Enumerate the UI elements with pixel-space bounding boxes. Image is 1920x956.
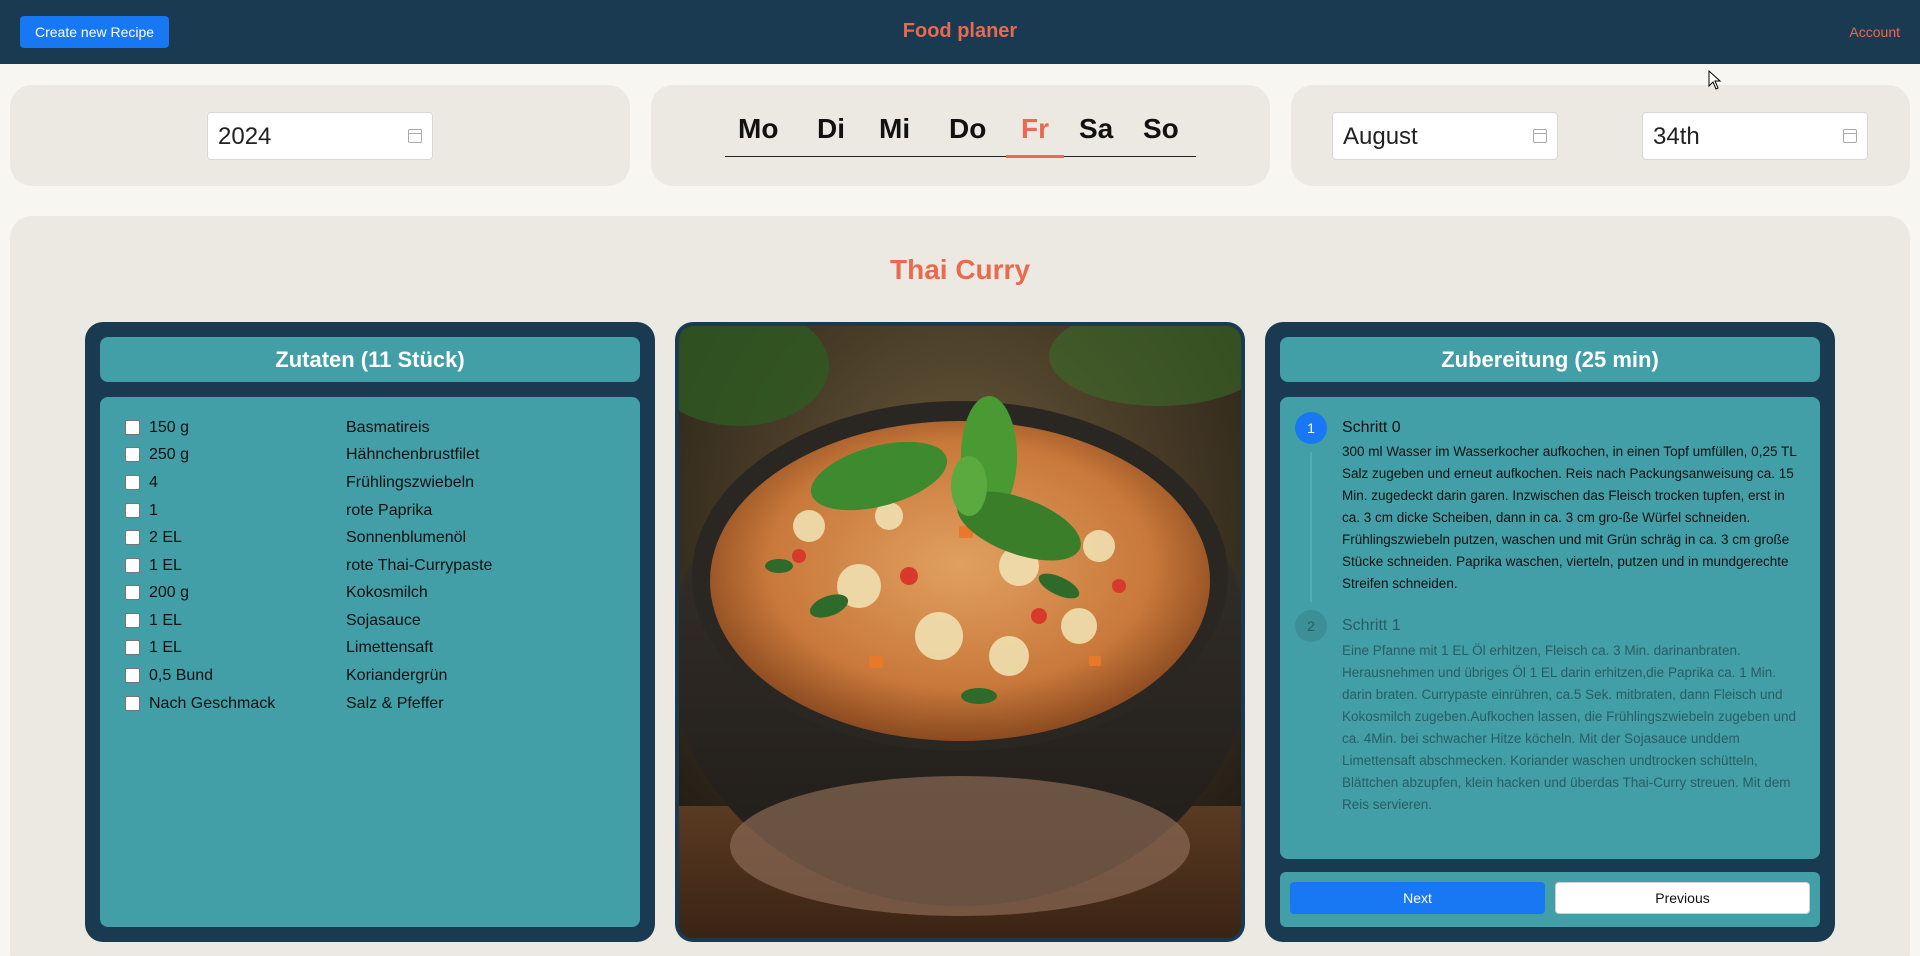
- active-day-indicator: [1006, 155, 1064, 158]
- month-week-panel: August 34th: [1291, 85, 1910, 186]
- ingredient-checkbox[interactable]: [125, 558, 140, 573]
- tab-day-sa[interactable]: Sa: [1079, 113, 1113, 145]
- step-connector: [1310, 452, 1312, 602]
- next-step-button[interactable]: Next: [1290, 882, 1545, 914]
- step-navigation: Next Previous: [1280, 872, 1820, 927]
- preparation-card: Zubereitung (25 min) 1 Schritt 0 300 ml …: [1265, 322, 1835, 942]
- calendar-icon: [1533, 129, 1547, 143]
- ingredient-name: Sonnenblumenöl: [346, 529, 467, 546]
- ingredient-checkbox[interactable]: [125, 503, 140, 518]
- step-text: 300 ml Wasser im Wasserkocher aufkochen,…: [1342, 444, 1797, 591]
- ingredient-quantity: 1: [149, 502, 158, 519]
- ingredient-quantity: 1 EL: [149, 639, 182, 656]
- recipe-title: Thai Curry: [889, 254, 1031, 285]
- top-navbar: Create new Recipe Food planer Account: [0, 0, 1920, 64]
- step-text: Eine Pfanne mit 1 EL Öl erhitzen, Fleisc…: [1342, 643, 1797, 812]
- year-picker[interactable]: 2024: [207, 112, 433, 160]
- ingredient-name: Hähnchenbrustfilet: [346, 446, 480, 463]
- ingredient-quantity: 1 EL: [149, 612, 182, 629]
- ingredient-checkbox[interactable]: [125, 475, 140, 490]
- ingredients-list: 150 g Basmatireis 250 g Hähnchenbrustfil…: [100, 397, 640, 927]
- month-value: August: [1343, 123, 1418, 150]
- step-title: Schritt 1: [1342, 617, 1401, 634]
- day-tabs: Mo Di Mi Do Fr Sa So: [725, 113, 1196, 158]
- mouse-cursor-icon: [1708, 70, 1722, 90]
- ingredient-name: Kokosmilch: [346, 584, 428, 601]
- year-panel: 2024: [10, 85, 630, 186]
- month-picker[interactable]: August: [1332, 112, 1558, 160]
- calendar-icon: [1843, 129, 1857, 143]
- tab-day-di[interactable]: Di: [817, 113, 845, 145]
- ingredient-quantity: 2 EL: [149, 529, 182, 546]
- steps-list: 1 Schritt 0 300 ml Wasser im Wasserkoche…: [1280, 397, 1820, 859]
- calendar-icon: [408, 129, 422, 143]
- ingredient-quantity: Nach Geschmack: [149, 695, 276, 712]
- ingredient-name: Limettensaft: [346, 639, 434, 656]
- ingredient-quantity: 0,5 Bund: [149, 667, 214, 684]
- ingredient-quantity: 1 EL: [149, 557, 182, 574]
- week-value: 34th: [1653, 123, 1700, 150]
- recipe-panel: Thai Curry Zutaten (11 Stück) 150 g Basm…: [10, 216, 1910, 956]
- ingredient-quantity: 250 g: [149, 446, 190, 463]
- day-panel: Mo Di Mi Do Fr Sa So: [651, 85, 1270, 186]
- account-link[interactable]: Account: [1849, 24, 1900, 40]
- ingredient-checkbox[interactable]: [125, 447, 140, 462]
- curry-bowl-image: [679, 326, 1241, 938]
- ingredients-card: Zutaten (11 Stück) 150 g Basmatireis 250…: [85, 322, 655, 942]
- ingredient-name: Koriandergrün: [346, 667, 448, 684]
- ingredient-checkbox[interactable]: [125, 530, 140, 545]
- ingredient-name: Salz & Pfeffer: [346, 695, 444, 712]
- ingredient-name: Frühlingszwiebeln: [346, 474, 475, 491]
- ingredient-name: Basmatireis: [346, 419, 430, 436]
- step-title: Schritt 0: [1342, 419, 1401, 436]
- recipe-image-card: [675, 322, 1245, 942]
- ingredient-checkbox[interactable]: [125, 640, 140, 655]
- ingredient-checkbox[interactable]: [125, 668, 140, 683]
- ingredient-name: rote Paprika: [346, 502, 433, 519]
- ingredient-checkbox[interactable]: [125, 696, 140, 711]
- ingredient-quantity: 200 g: [149, 584, 190, 601]
- ingredient-name: rote Thai-Currypaste: [346, 557, 493, 574]
- week-picker[interactable]: 34th: [1642, 112, 1868, 160]
- ingredient-quantity: 150 g: [149, 419, 190, 436]
- tab-day-do[interactable]: Do: [949, 113, 986, 145]
- step-number-badge: 2: [1295, 610, 1327, 642]
- preparation-header: Zubereitung (25 min): [1280, 337, 1820, 382]
- ingredient-checkbox[interactable]: [125, 613, 140, 628]
- ingredient-quantity: 4: [149, 474, 158, 491]
- app-title: Food planer: [902, 20, 1018, 42]
- ingredients-header: Zutaten (11 Stück): [100, 337, 640, 382]
- ingredient-checkbox[interactable]: [125, 585, 140, 600]
- tab-day-fr[interactable]: Fr: [1021, 113, 1049, 145]
- previous-step-button[interactable]: Previous: [1555, 882, 1810, 914]
- tab-day-mi[interactable]: Mi: [879, 113, 910, 145]
- ingredient-name: Sojasauce: [346, 612, 421, 629]
- tab-day-mo[interactable]: Mo: [738, 113, 778, 145]
- step-number-badge: 1: [1295, 412, 1327, 444]
- year-value: 2024: [218, 123, 272, 150]
- ingredient-checkbox[interactable]: [125, 420, 140, 435]
- recipe-photo: [679, 326, 1241, 938]
- tab-day-so[interactable]: So: [1143, 113, 1179, 145]
